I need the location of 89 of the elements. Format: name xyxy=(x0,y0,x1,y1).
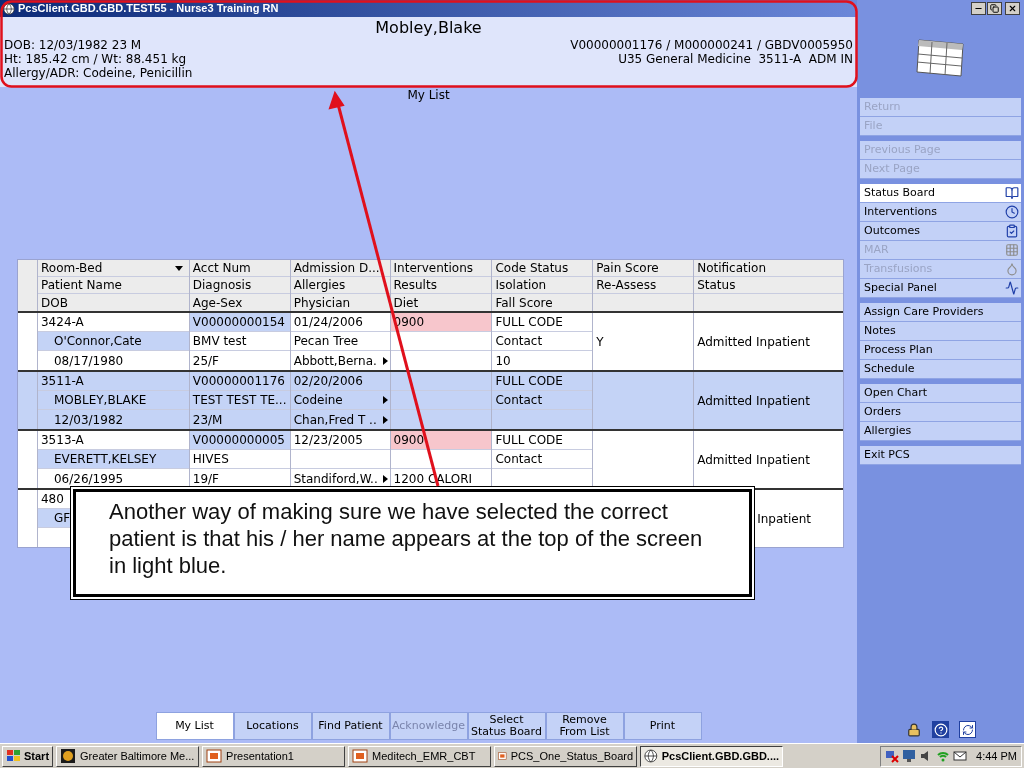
sidebar-item[interactable]: Outcomes xyxy=(860,222,1021,241)
table-cell: V00000000154 xyxy=(189,313,290,332)
account-numbers: V00000001176 / M000000241 / GBDV0005950 xyxy=(570,38,853,52)
table-cell: O'Connor,Cate xyxy=(38,332,189,351)
taskbar-button[interactable]: PCS_One_Status_Board xyxy=(494,745,638,767)
caret-icon xyxy=(382,415,388,424)
expandable-cell[interactable]: Codeine xyxy=(290,391,390,410)
patient-name: Mobley,Blake xyxy=(375,18,482,38)
sidebar-item[interactable]: Notes xyxy=(860,322,1021,341)
patient-location: U35 General Medicine 3511-A ADM IN xyxy=(618,52,853,66)
restore-button[interactable] xyxy=(987,2,1002,15)
lock-button[interactable] xyxy=(905,721,922,738)
patient-allergies: Allergy/ADR: Codeine, Penicillin xyxy=(4,66,193,80)
column-header[interactable]: Allergies xyxy=(290,277,390,294)
column-header[interactable]: Code Status xyxy=(492,260,593,277)
sidebar-item[interactable]: Orders xyxy=(860,403,1021,422)
column-header[interactable]: Notification xyxy=(694,260,843,277)
toolbar-button[interactable]: Select Status Board xyxy=(467,712,546,740)
column-header[interactable]: Isolation xyxy=(492,277,593,294)
taskbar-button[interactable]: PcsClient.GBD.GBD.... xyxy=(640,745,784,767)
globe-icon xyxy=(644,748,658,764)
column-header[interactable]: Diagnosis xyxy=(189,277,290,294)
column-header[interactable]: Diet xyxy=(390,294,492,311)
sidebar-item[interactable]: Process Plan xyxy=(860,341,1021,360)
column-header[interactable]: Status xyxy=(694,277,843,294)
column-header[interactable]: DOB xyxy=(38,294,189,311)
caret-icon xyxy=(382,396,388,404)
slides-icon xyxy=(352,748,369,764)
sidebar-item[interactable]: Interventions xyxy=(860,203,1021,222)
toolbar-button[interactable]: My List xyxy=(155,712,234,740)
minimize-button[interactable] xyxy=(971,2,986,15)
sidebar-item[interactable]: Open Chart xyxy=(860,384,1021,403)
checklist-icon xyxy=(1005,224,1019,238)
clock-icon xyxy=(1005,205,1019,219)
column-header[interactable]: Results xyxy=(390,277,492,294)
list-title: My List xyxy=(407,88,450,102)
windows-flag-icon xyxy=(6,749,22,763)
globe-icon xyxy=(3,2,15,15)
refresh-button[interactable] xyxy=(959,721,976,738)
clock-text: 4:44 PM xyxy=(976,748,1017,764)
window-title: PcsClient.GBD.GBD.TEST55 - Nurse3 Training RN xyxy=(18,1,279,17)
column-header[interactable]: Patient Name xyxy=(38,277,189,294)
column-header[interactable]: Admission D... xyxy=(290,260,390,277)
sidebar-item[interactable]: Exit PCS xyxy=(860,446,1021,465)
caret-icon xyxy=(382,474,388,483)
patient-measurements: Ht: 185.42 cm / Wt: 88.451 kg xyxy=(4,52,188,66)
start-button[interactable]: Start xyxy=(2,745,54,767)
wifi-icon xyxy=(936,749,951,763)
taskbar-button[interactable]: Meditech_EMR_CBT xyxy=(348,745,492,767)
close-icon xyxy=(1008,4,1017,13)
drop-icon xyxy=(1005,262,1019,276)
sort-icon[interactable] xyxy=(174,265,183,271)
help-button[interactable] xyxy=(932,721,949,738)
column-header[interactable]: Interventions xyxy=(390,260,492,277)
callout-tooltip: Another way of making sure we have selected the correct patient is that his / her name appears at the top of the screen in light blue. xyxy=(73,489,752,597)
monitor-icon xyxy=(902,749,917,763)
toolbar-button[interactable]: Print xyxy=(623,712,702,740)
toolbar-button[interactable]: Find Patient xyxy=(311,712,390,740)
book-icon xyxy=(1005,186,1019,200)
slides-icon xyxy=(206,748,223,764)
toolbar-button[interactable]: Remove From List xyxy=(545,712,624,740)
taskbar-button[interactable]: Presentation1 xyxy=(202,745,346,767)
column-header[interactable]: Fall Score xyxy=(492,294,593,311)
sidebar-item[interactable]: Allergies xyxy=(860,422,1021,441)
table-cell: EVERETT,KELSEY xyxy=(38,450,189,469)
column-header[interactable]: Age-Sex xyxy=(189,294,290,311)
column-header[interactable]: Re-Assess xyxy=(593,277,694,294)
toolbar-button[interactable]: Locations xyxy=(233,712,312,740)
sidebar-item[interactable]: Special Panel xyxy=(860,279,1021,298)
grid-icon xyxy=(1005,243,1019,257)
pulse-icon xyxy=(1005,281,1019,295)
sidebar-item[interactable]: Status Board xyxy=(860,184,1021,203)
taskbar-button[interactable]: Greater Baltimore Me... xyxy=(56,745,200,767)
table-cell: 0900 xyxy=(390,431,492,450)
logo-icon xyxy=(60,748,77,764)
sidebar-item[interactable]: Assign Care Providers xyxy=(860,303,1021,322)
restore-icon xyxy=(990,4,999,13)
patient-row[interactable]: 3511-A MOBLEY,BLAKE 12/03/1982 V00000001176 TEST TEST TE... 23/M 02/20/2006 Codeine Chan,Fred T .. FULL CODE Contact Admitted Inpatient xyxy=(18,372,843,431)
column-header[interactable]: Room-Bed xyxy=(38,260,189,277)
column-header[interactable]: Pain Score xyxy=(593,260,694,277)
close-button[interactable] xyxy=(1005,2,1020,15)
network-icon xyxy=(885,749,900,763)
column-header[interactable]: Physician xyxy=(290,294,390,311)
patient-dob: DOB: 12/03/1982 23 M xyxy=(4,38,143,52)
caret-icon xyxy=(382,356,388,365)
sidebar-item[interactable]: Schedule xyxy=(860,360,1021,379)
table-cell: V00000000005 xyxy=(189,431,290,450)
mail-icon xyxy=(953,749,968,763)
column-header[interactable]: Acct Num xyxy=(189,260,290,277)
